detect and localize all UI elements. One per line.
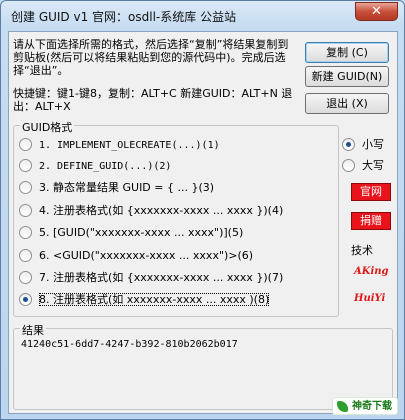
close-icon: ✕ <box>371 4 382 19</box>
dialog-body: 请从下面选择所需的格式，然后选择“复制”将结果复制到剪贴板(然后可以将结果粘贴到… <box>8 31 398 414</box>
format-option-8[interactable]: 8. 注册表格式(如 xxxxxxx-xxxx ... xxxx )(8) <box>19 291 317 309</box>
title-bar[interactable]: 创建 GUID v1 官网：osdll-系统库 公益站 ✕ <box>1 1 404 31</box>
radio-checked-icon <box>342 137 355 151</box>
radio-icon <box>19 248 32 262</box>
website-button[interactable]: 官网 <box>351 183 391 201</box>
uppercase-option[interactable]: 大写 <box>342 157 394 175</box>
format-option-6[interactable]: 6. <GUID("xxxxxxx-xxxx ... xxxx")>(6) <box>19 247 317 265</box>
format-option-7[interactable]: 7. 注册表格式(如 {xxxxxxx-xxxx ... xxxx })(7) <box>19 269 317 287</box>
radio-icon <box>19 203 32 217</box>
radio-icon <box>19 225 32 239</box>
shortcuts-text: 快捷键：键1-键8，复制：ALT+C 新建GUID：ALT+N 退出：ALT+X <box>13 87 293 113</box>
donate-button[interactable]: 捐赠 <box>351 212 391 230</box>
format-option-1[interactable]: 1. IMPLEMENT_OLECREATE(...)(1) <box>19 136 317 154</box>
radio-icon <box>19 180 32 194</box>
tech-label: 技术 <box>351 244 373 257</box>
leaf-icon <box>337 401 348 412</box>
result-legend: 结果 <box>20 322 46 338</box>
instructions-text: 请从下面选择所需的格式，然后选择“复制”将结果复制到剪贴板(然后可以将结果粘贴到… <box>13 38 289 77</box>
lowercase-option[interactable]: 小写 <box>342 136 394 154</box>
exit-button[interactable]: 退出 (X) <box>305 93 389 114</box>
guid-result-value: 41240c51-6dd7-4247-b392-810b2062b017 <box>21 339 238 350</box>
watermark-logo: 神奇下载 <box>332 397 398 415</box>
radio-icon <box>19 270 32 284</box>
format-option-2[interactable]: 2. DEFINE_GUID(...)(2) <box>19 157 317 175</box>
new-guid-button[interactable]: 新建 GUID(N) <box>305 66 389 87</box>
radio-icon <box>342 158 355 172</box>
copy-button[interactable]: 复制 (C) <box>305 42 389 63</box>
author-aking: AKing <box>354 266 389 277</box>
author-huiyi: HuiYi <box>354 293 386 304</box>
radio-checked-icon <box>19 292 32 306</box>
radio-icon <box>19 137 32 151</box>
window-title: 创建 GUID v1 官网：osdll-系统库 公益站 <box>11 10 237 24</box>
close-button[interactable]: ✕ <box>355 2 398 21</box>
guid-format-legend: GUID格式 <box>20 119 75 135</box>
format-option-5[interactable]: 5. [GUID("xxxxxxx-xxxx ... xxxx")](5) <box>19 224 317 242</box>
app-window: 创建 GUID v1 官网：osdll-系统库 公益站 ✕ 请从下面选择所需的格… <box>0 0 405 420</box>
radio-icon <box>19 158 32 172</box>
format-option-4[interactable]: 4. 注册表格式(如 {xxxxxxx-xxxx ... xxxx })(4) <box>19 202 317 220</box>
watermark-text: 神奇下载 <box>352 401 392 412</box>
format-option-3[interactable]: 3. 静态常量结果 GUID = { ... }(3) <box>19 179 317 197</box>
